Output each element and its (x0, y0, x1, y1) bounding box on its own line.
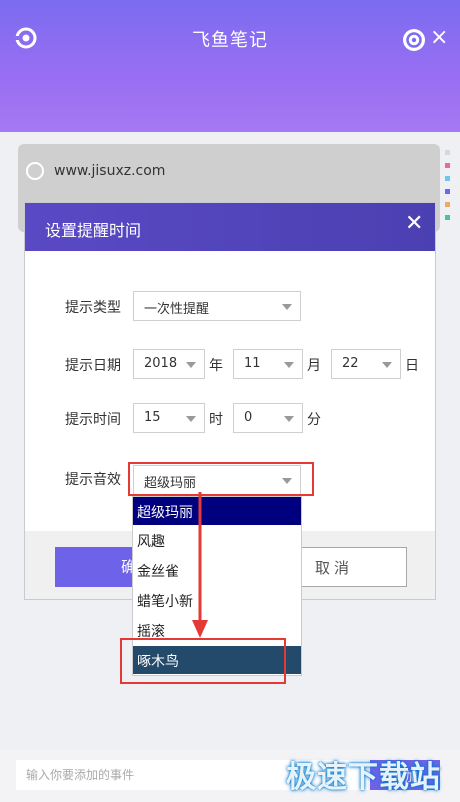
sound-option[interactable]: 风趣 (133, 526, 301, 554)
month-unit: 月 (307, 358, 321, 374)
sound-option[interactable]: 超级玛丽 (133, 497, 301, 525)
day-select[interactable]: 22 (331, 349, 401, 379)
chevron-down-icon (284, 362, 294, 368)
app-title: 飞鱼笔记 (192, 30, 268, 51)
note-checkbox[interactable] (26, 162, 44, 180)
day-unit: 日 (405, 358, 419, 374)
type-value: 一次性提醒 (144, 302, 210, 317)
type-select[interactable]: 一次性提醒 (133, 291, 301, 321)
year-value: 2018 (144, 356, 178, 371)
year-select[interactable]: 2018 (133, 349, 205, 379)
day-value: 22 (342, 356, 359, 371)
app-header (0, 0, 460, 132)
minute-unit: 分 (307, 412, 321, 428)
dialog-title: 设置提醒时间 (45, 221, 142, 240)
hour-value: 15 (144, 410, 161, 425)
dialog-close-icon[interactable]: ✕ (405, 213, 423, 235)
time-label: 提示时间 (65, 412, 121, 428)
annotation-arrow (192, 492, 208, 638)
hour-select[interactable]: 15 (133, 403, 205, 433)
minute-value: 0 (244, 410, 253, 425)
annotation-box-option (120, 638, 286, 684)
sound-option[interactable]: 金丝雀 (133, 556, 301, 584)
minute-select[interactable]: 0 (233, 403, 303, 433)
date-label: 提示日期 (65, 358, 121, 374)
sound-label: 提示音效 (65, 472, 121, 488)
chevron-down-icon (186, 362, 196, 368)
month-value: 11 (244, 356, 261, 371)
dialog-header: 设置提醒时间 ✕ (25, 203, 435, 251)
color-tags (445, 150, 451, 228)
sound-option[interactable]: 蜡笔小新 (133, 586, 301, 614)
watermark: 极速下载站 (286, 760, 441, 795)
year-unit: 年 (209, 358, 223, 374)
note-text: www.jisuxz.com (54, 163, 166, 179)
close-icon[interactable]: × (430, 27, 448, 50)
chevron-down-icon (284, 416, 294, 422)
month-select[interactable]: 11 (233, 349, 303, 379)
type-label: 提示类型 (65, 300, 121, 316)
chevron-down-icon (186, 416, 196, 422)
chevron-down-icon (282, 304, 292, 310)
chevron-down-icon (382, 362, 392, 368)
annotation-box-select (128, 462, 314, 496)
hour-unit: 时 (209, 412, 223, 428)
gear-icon[interactable] (402, 28, 426, 52)
